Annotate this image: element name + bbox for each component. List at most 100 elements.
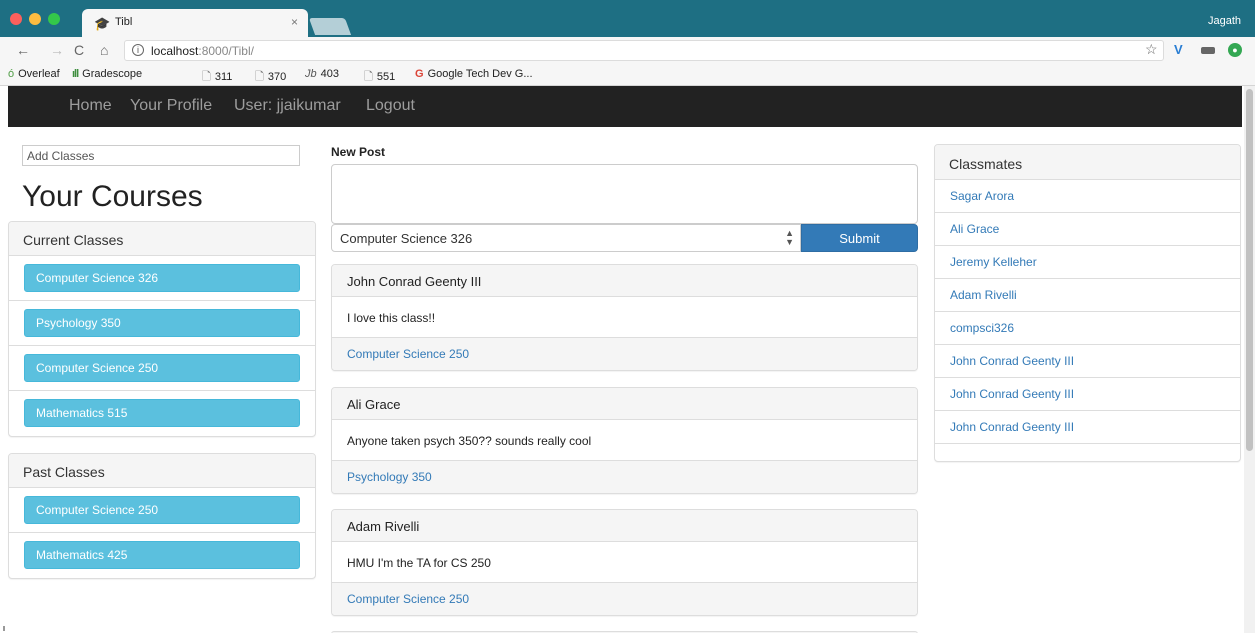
class-button[interactable]: Computer Science 326	[24, 264, 300, 292]
bookmark-label: Gradescope	[82, 68, 143, 80]
post-author: John Conrad Geenty III	[332, 265, 917, 297]
bookmark-551[interactable]: 🗋 551	[364, 68, 395, 87]
post-course-link[interactable]: Computer Science 250	[347, 592, 469, 606]
extension-tag-icon[interactable]	[1201, 47, 1215, 54]
new-post-textarea[interactable]	[331, 164, 918, 224]
classmate-link[interactable]: Jeremy Kelleher	[950, 255, 1037, 269]
post-card: Ali Grace Anyone taken psych 350?? sound…	[331, 387, 918, 494]
browser-tab-bar: 🎓 Tibl × Jagath	[0, 0, 1255, 37]
classmates-panel: Classmates Sagar Arora Ali Grace Jeremy …	[934, 144, 1241, 462]
post-course-link[interactable]: Computer Science 250	[347, 347, 469, 361]
nav-profile-link[interactable]: Your Profile	[130, 97, 212, 115]
current-classes-heading: Current Classes	[9, 222, 315, 256]
forward-arrow-icon[interactable]: →	[50, 42, 64, 58]
address-bar[interactable]: i localhost:8000/Tibl/	[124, 40, 1164, 61]
page-icon: 🗋	[255, 71, 264, 83]
list-item: Sagar Arora	[935, 180, 1240, 213]
list-item: Jeremy Kelleher	[935, 246, 1240, 279]
home-icon[interactable]: ⌂	[100, 42, 108, 58]
bookmark-311[interactable]: 🗋 311	[202, 68, 232, 87]
browser-profile-name[interactable]: Jagath	[1208, 15, 1241, 27]
browser-tab[interactable]: 🎓 Tibl ×	[82, 9, 308, 37]
bookmark-label: 551	[376, 71, 396, 83]
zoom-window-button[interactable]	[48, 13, 60, 25]
classmate-link[interactable]: Adam Rivelli	[950, 288, 1017, 302]
list-item: Computer Science 250	[9, 346, 315, 391]
class-button[interactable]: Computer Science 250	[24, 354, 300, 382]
list-item: Mathematics 425	[9, 533, 315, 578]
bookmark-google-tech-dev[interactable]: G Google Tech Dev G...	[415, 68, 533, 80]
post-footer: Computer Science 250	[332, 338, 917, 370]
site-navbar: Home Your Profile User: jjaikumar Logout	[8, 86, 1242, 127]
scrollbar-thumb[interactable]	[1246, 89, 1253, 451]
url-text: localhost:8000/Tibl/	[151, 44, 254, 58]
post-footer: Psychology 350	[332, 461, 917, 493]
classmates-heading: Classmates	[935, 145, 1240, 180]
url-path: :8000/Tibl/	[198, 44, 254, 58]
post-body: I love this class!!	[332, 297, 917, 338]
extension-v-icon[interactable]: V	[1174, 42, 1183, 57]
post-card: Adam Rivelli HMU I'm the TA for CS 250 C…	[331, 509, 918, 616]
past-classes-panel: Past Classes Computer Science 250 Mathem…	[8, 453, 316, 579]
page-icon: 🗋	[202, 71, 211, 83]
bookmark-star-icon[interactable]: ☆	[1145, 41, 1158, 58]
page-icon: 🗋	[364, 71, 373, 83]
classmate-link[interactable]: John Conrad Geenty III	[950, 354, 1074, 368]
current-classes-panel: Current Classes Computer Science 326 Psy…	[8, 221, 316, 437]
list-item: compsci326	[935, 312, 1240, 345]
list-item: Adam Rivelli	[935, 279, 1240, 312]
post-author: Adam Rivelli	[332, 510, 917, 542]
tab-title: Tibl	[115, 16, 133, 28]
minimize-window-button[interactable]	[29, 13, 41, 25]
submit-button[interactable]: Submit	[801, 224, 918, 252]
new-tab-button[interactable]	[308, 18, 352, 35]
tab-close-icon[interactable]: ×	[291, 15, 298, 29]
course-select[interactable]: Computer Science 326 ▲ ▼	[331, 224, 801, 252]
back-arrow-icon[interactable]: ←	[16, 42, 30, 58]
nav-user-link[interactable]: User: jjaikumar	[234, 97, 341, 115]
add-classes-input[interactable]	[22, 145, 300, 166]
divider	[3, 626, 5, 631]
classmate-link[interactable]: John Conrad Geenty III	[950, 387, 1074, 401]
list-item: John Conrad Geenty III	[935, 345, 1240, 378]
class-button[interactable]: Computer Science 250	[24, 496, 300, 524]
nav-home-link[interactable]: Home	[69, 97, 112, 115]
close-window-button[interactable]	[10, 13, 22, 25]
classmate-link[interactable]: John Conrad Geenty III	[950, 420, 1074, 434]
new-post-label: New Post	[331, 145, 386, 159]
post-course-link[interactable]: Psychology 350	[347, 470, 432, 484]
post-body: HMU I'm the TA for CS 250	[332, 542, 917, 583]
post-body: Anyone taken psych 350?? sounds really c…	[332, 420, 917, 461]
page-scrollbar[interactable]	[1244, 86, 1255, 633]
class-button[interactable]: Psychology 350	[24, 309, 300, 337]
class-button[interactable]: Mathematics 515	[24, 399, 300, 427]
extension-green-icon[interactable]: ●	[1228, 43, 1242, 57]
nav-logout-link[interactable]: Logout	[366, 97, 415, 115]
overleaf-icon: ó	[8, 68, 15, 80]
classmate-link[interactable]: compsci326	[950, 321, 1014, 335]
info-icon[interactable]: i	[132, 44, 144, 56]
bookmark-gradescope[interactable]: ıll Gradescope	[72, 68, 142, 80]
list-item: Computer Science 326	[9, 256, 315, 301]
list-item: John Conrad Geenty III	[935, 411, 1240, 444]
url-host: localhost	[151, 44, 199, 58]
list-item: Mathematics 515	[9, 391, 315, 436]
list-item: Computer Science 250	[9, 488, 315, 533]
post-footer: Computer Science 250	[332, 583, 917, 615]
google-icon: G	[415, 68, 424, 80]
bookmark-overleaf[interactable]: ó Overleaf	[8, 68, 60, 80]
bookmarks-bar: ó Overleaf ıll Gradescope 🗋 311 🗋 370 Jb 403 …	[0, 64, 1255, 86]
browser-toolbar: ← → C ⌂ i localhost:8000/Tibl/ ☆ V ●	[0, 37, 1255, 64]
bookmark-label: 311	[214, 71, 233, 83]
page-title: Your Courses	[22, 180, 203, 213]
classmate-link[interactable]: Ali Grace	[950, 222, 999, 236]
post-card: John Conrad Geenty III I love this class…	[331, 264, 918, 371]
bookmark-370[interactable]: 🗋 370	[255, 68, 286, 87]
classmate-link[interactable]: Sagar Arora	[950, 189, 1014, 203]
bookmark-label: 370	[267, 71, 287, 83]
gradescope-icon: ıll	[72, 68, 79, 80]
bookmark-403[interactable]: Jb 403	[305, 68, 339, 80]
class-button[interactable]: Mathematics 425	[24, 541, 300, 569]
reload-icon[interactable]: C	[74, 42, 84, 58]
jb-icon: Jb	[305, 68, 317, 80]
